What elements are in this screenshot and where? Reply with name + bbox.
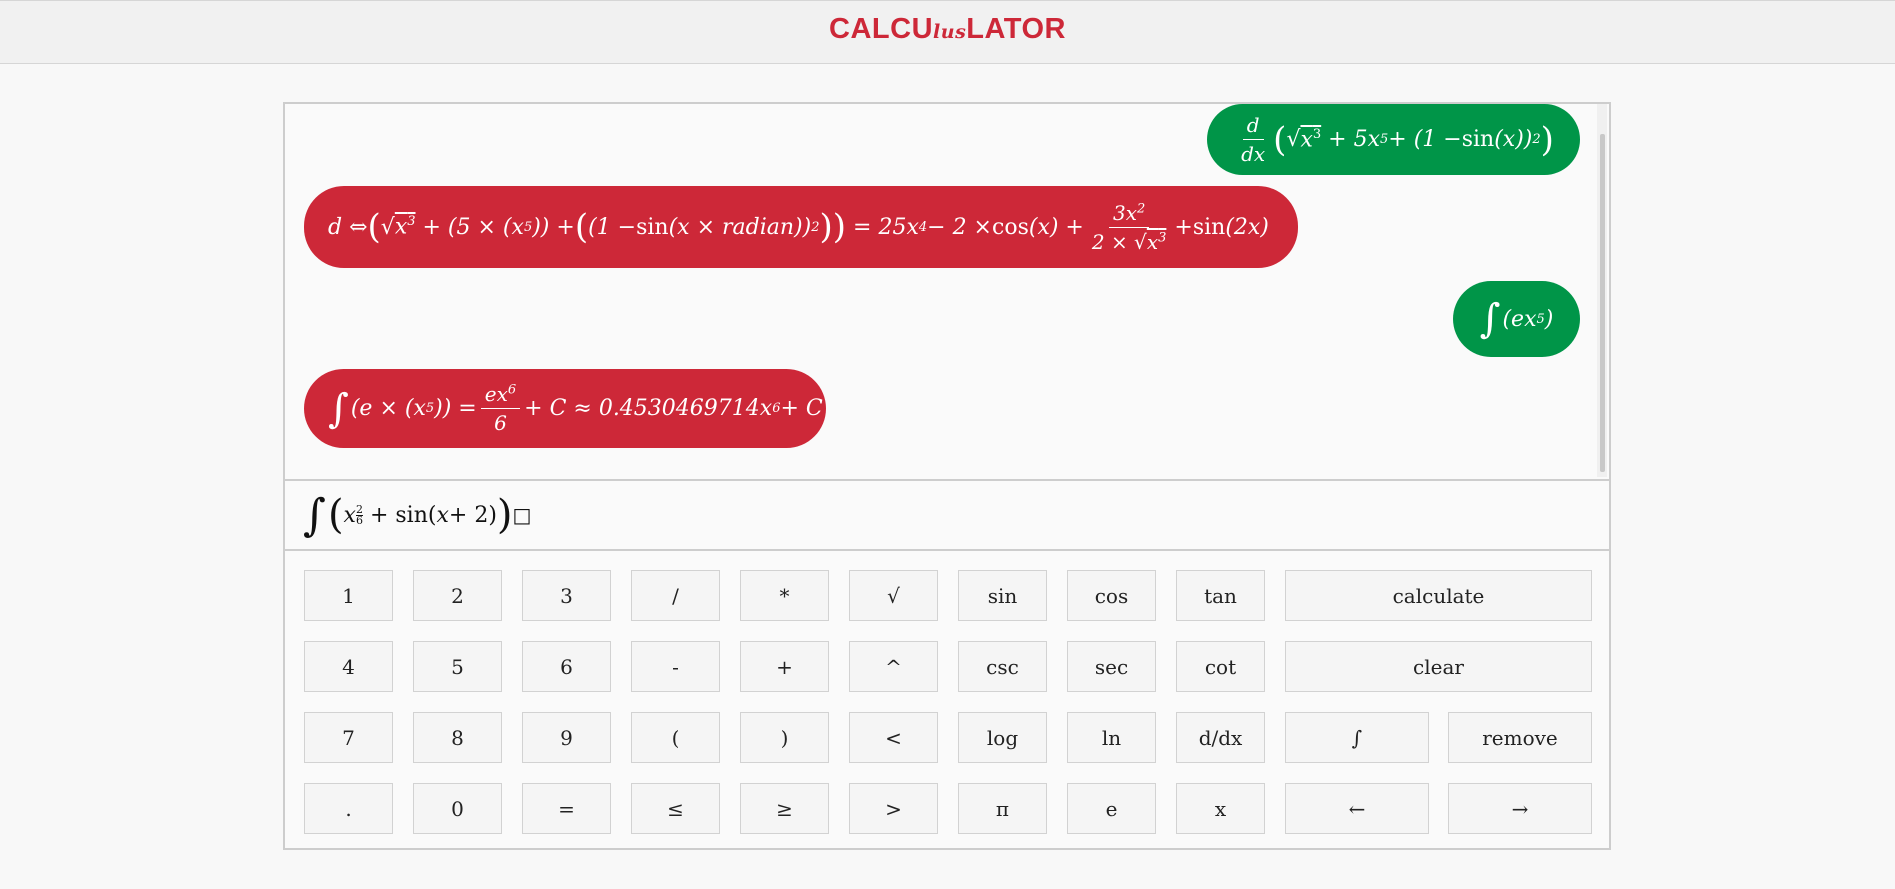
key-2[interactable]: 2 — [413, 570, 502, 621]
key-open-paren[interactable]: ( — [631, 712, 720, 763]
user-message: d dx (√ x3 + 5x 5 + (1 − sin (x)) 2) — [1207, 104, 1580, 175]
key-greater-equal[interactable]: ≥ — [740, 783, 829, 834]
key-8[interactable]: 8 — [413, 712, 502, 763]
keypad: 1 2 3 / * √ sin cos tan calculate 4 5 6 … — [285, 551, 1609, 848]
key-x[interactable]: x — [1176, 783, 1265, 834]
key-4[interactable]: 4 — [304, 641, 393, 692]
key-sqrt[interactable]: √ — [849, 570, 938, 621]
key-3[interactable]: 3 — [522, 570, 611, 621]
conversation-area: d dx (√ x3 + 5x 5 + (1 − sin (x)) 2) d ⇔ (√ x3… — [285, 104, 1609, 479]
key-5[interactable]: 5 — [413, 641, 502, 692]
app-header: CALCUlusLATOR — [0, 0, 1895, 64]
key-integral[interactable]: ∫ — [1285, 712, 1429, 763]
key-plus[interactable]: + — [740, 641, 829, 692]
result-message: ∫ (e × (x 5)) = ex6 6 + C ≈ 0.4530469714x 6 … — [304, 369, 826, 448]
key-derivative[interactable]: d/dx — [1176, 712, 1265, 763]
clear-button[interactable]: clear — [1285, 641, 1592, 692]
calculate-button[interactable]: calculate — [1285, 570, 1592, 621]
key-less-than[interactable]: < — [849, 712, 938, 763]
key-e[interactable]: e — [1067, 783, 1156, 834]
result-message: d ⇔ (√ x3 + (5 × (x 5)) + ((1 − sin (x × ra… — [304, 186, 1298, 268]
key-equals[interactable]: = — [522, 783, 611, 834]
key-pi[interactable]: π — [958, 783, 1047, 834]
expression-input[interactable]: ∫(x 2 6 + sin(x + 2)) □ — [285, 479, 1609, 551]
cursor-right-button[interactable]: → — [1448, 783, 1592, 834]
key-divide[interactable]: / — [631, 570, 720, 621]
key-multiply[interactable]: * — [740, 570, 829, 621]
key-9[interactable]: 9 — [522, 712, 611, 763]
key-minus[interactable]: - — [631, 641, 720, 692]
remove-button[interactable]: remove — [1448, 712, 1592, 763]
key-greater-than[interactable]: > — [849, 783, 938, 834]
key-csc[interactable]: csc — [958, 641, 1047, 692]
key-close-paren[interactable]: ) — [740, 712, 829, 763]
key-sec[interactable]: sec — [1067, 641, 1156, 692]
cursor-placeholder: □ — [512, 503, 532, 527]
key-cot[interactable]: cot — [1176, 641, 1265, 692]
key-ln[interactable]: ln — [1067, 712, 1156, 763]
derivative-operator: d dx — [1241, 113, 1266, 166]
key-tan[interactable]: tan — [1176, 570, 1265, 621]
key-6[interactable]: 6 — [522, 641, 611, 692]
key-decimal[interactable]: . — [304, 783, 393, 834]
cursor-left-button[interactable]: ← — [1285, 783, 1429, 834]
key-1[interactable]: 1 — [304, 570, 393, 621]
calculator-panel: d dx (√ x3 + 5x 5 + (1 − sin (x)) 2) d ⇔ (√ x3… — [283, 102, 1611, 850]
app-logo: CALCUlusLATOR — [829, 13, 1066, 45]
key-sin[interactable]: sin — [958, 570, 1047, 621]
scrollbar-thumb[interactable] — [1600, 134, 1605, 472]
fraction: ex6 6 — [480, 382, 521, 435]
key-0[interactable]: 0 — [413, 783, 502, 834]
fraction: 3x2 2 × √x3 — [1091, 200, 1167, 254]
key-less-equal[interactable]: ≤ — [631, 783, 720, 834]
chat-scrollbar[interactable] — [1597, 104, 1607, 477]
key-cos[interactable]: cos — [1067, 570, 1156, 621]
key-7[interactable]: 7 — [304, 712, 393, 763]
key-power[interactable]: ^ — [849, 641, 938, 692]
user-message: ∫ (ex 5) — [1453, 281, 1580, 357]
key-log[interactable]: log — [958, 712, 1047, 763]
